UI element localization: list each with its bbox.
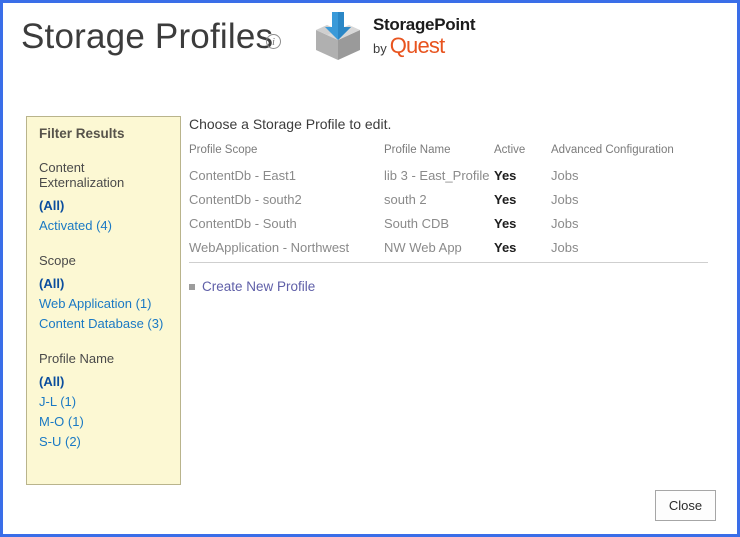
storage-profiles-dialog: Storage Profiles i StoragePoint by Quest [0,0,740,537]
cell-profile-name: lib 3 - East_Profile [384,164,494,188]
column-header-profile-name: Profile Name [384,144,494,164]
logo-by-text: by [373,42,387,56]
table-row[interactable]: ContentDb - South South CDB Yes Jobs [189,212,708,236]
table-row[interactable]: ContentDb - south2 south 2 Yes Jobs [189,188,708,212]
create-new-profile-link[interactable]: Create New Profile [202,279,315,294]
filter-option-web-application[interactable]: Web Application (1) [39,294,168,314]
cell-profile-name: NW Web App [384,236,494,263]
column-header-active: Active [494,144,551,164]
storagepoint-box-icon [311,10,367,62]
dialog-header: Storage Profiles i StoragePoint by Quest [3,3,737,83]
cell-advanced-configuration: Jobs [551,188,708,212]
table-row[interactable]: WebApplication - Northwest NW Web App Ye… [189,236,708,263]
cell-advanced-configuration: Jobs [551,164,708,188]
create-new-profile-row[interactable]: Create New Profile [189,279,725,294]
cell-profile-scope: ContentDb - East1 [189,164,384,188]
jobs-link[interactable]: Jobs [551,192,578,207]
table-header-row: Profile Scope Profile Name Active Advanc… [189,144,708,164]
jobs-link[interactable]: Jobs [551,240,578,255]
cell-advanced-configuration: Jobs [551,236,708,263]
storagepoint-logo: StoragePoint by Quest [311,10,466,62]
cell-active: Yes [494,212,551,236]
cell-active: Yes [494,164,551,188]
filter-option-all[interactable]: (All) [39,274,168,294]
cell-profile-scope: WebApplication - Northwest [189,236,384,263]
main-content: Choose a Storage Profile to edit. Profil… [189,116,725,294]
filter-group-label: Scope [39,253,168,268]
filter-group-label: Content Externalization [39,160,168,190]
info-icon[interactable]: i [266,34,281,49]
filter-group-profile-name: Profile Name (All) J-L (1) M-O (1) S-U (… [39,351,168,452]
logo-line-by-quest: by Quest [373,34,475,57]
cell-profile-name: South CDB [384,212,494,236]
filter-option-j-l[interactable]: J-L (1) [39,392,168,412]
cell-profile-scope: ContentDb - South [189,212,384,236]
filter-group-label: Profile Name [39,351,168,366]
logo-quest-text: Quest [390,34,445,57]
storage-profiles-table: Profile Scope Profile Name Active Advanc… [189,144,708,263]
filter-group-content-externalization: Content Externalization (All) Activated … [39,160,168,236]
cell-profile-name: south 2 [384,188,494,212]
filter-results-panel: Filter Results Content Externalization (… [26,116,181,485]
instruction-text: Choose a Storage Profile to edit. [189,116,725,132]
column-header-advanced-configuration: Advanced Configuration [551,144,708,164]
filter-option-all[interactable]: (All) [39,196,168,216]
page-title: Storage Profiles [21,17,273,57]
filter-group-scope: Scope (All) Web Application (1) Content … [39,253,168,334]
cell-advanced-configuration: Jobs [551,212,708,236]
filter-option-all[interactable]: (All) [39,372,168,392]
filter-option-content-database[interactable]: Content Database (3) [39,314,168,334]
column-header-profile-scope: Profile Scope [189,144,384,164]
table-row[interactable]: ContentDb - East1 lib 3 - East_Profile Y… [189,164,708,188]
logo-wordmark: StoragePoint by Quest [373,16,475,57]
cell-active: Yes [494,188,551,212]
filter-option-activated[interactable]: Activated (4) [39,216,168,236]
cell-active: Yes [494,236,551,263]
jobs-link[interactable]: Jobs [551,168,578,183]
logo-line-storagepoint: StoragePoint [373,16,475,34]
square-bullet-icon [189,284,195,290]
filter-option-m-o[interactable]: M-O (1) [39,412,168,432]
cell-profile-scope: ContentDb - south2 [189,188,384,212]
filter-option-s-u[interactable]: S-U (2) [39,432,168,452]
filter-results-title: Filter Results [39,126,168,141]
close-button[interactable]: Close [655,490,716,521]
jobs-link[interactable]: Jobs [551,216,578,231]
